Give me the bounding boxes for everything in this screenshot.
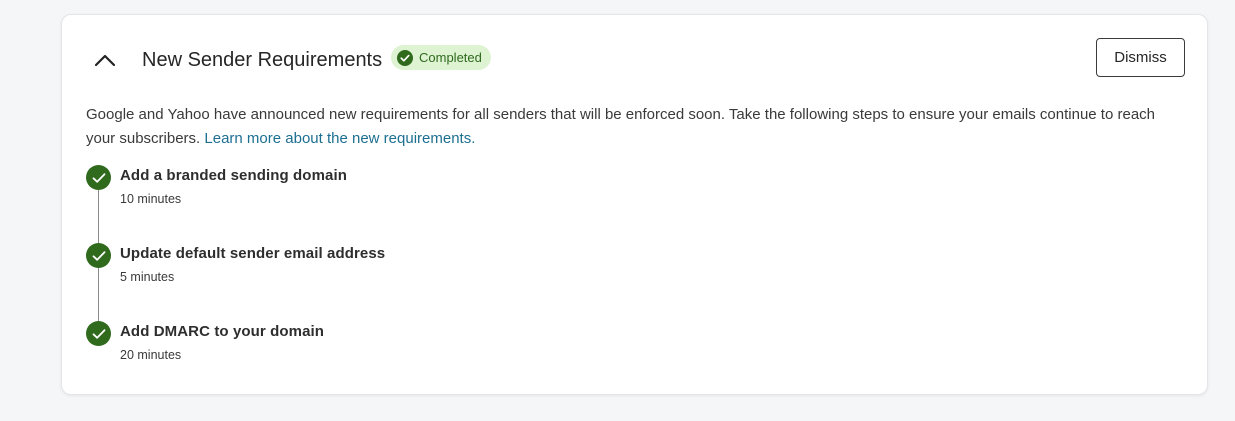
check-circle-icon bbox=[397, 49, 413, 66]
step-time: 20 minutes bbox=[120, 348, 182, 362]
dismiss-button[interactable]: Dismiss bbox=[1096, 38, 1185, 77]
chevron-up-icon bbox=[94, 54, 116, 67]
description: Google and Yahoo have announced new requ… bbox=[86, 103, 1186, 151]
step-item[interactable]: Update default sender email address 5 mi… bbox=[86, 243, 586, 293]
collapse-button[interactable] bbox=[90, 45, 120, 75]
step-title: Add DMARC to your domain bbox=[120, 323, 325, 340]
sender-requirements-card: New Sender Requirements Completed Dismis… bbox=[61, 14, 1208, 395]
check-icon bbox=[86, 243, 111, 268]
status-badge: Completed bbox=[391, 45, 491, 70]
step-time: 10 minutes bbox=[120, 192, 182, 206]
step-item[interactable]: Add DMARC to your domain 20 minutes bbox=[86, 321, 586, 371]
learn-more-link[interactable]: Learn more about the new requirements. bbox=[204, 130, 475, 147]
check-icon bbox=[86, 321, 111, 346]
step-title: Add a branded sending domain bbox=[120, 167, 347, 184]
check-icon bbox=[86, 165, 111, 190]
card-title: New Sender Requirements bbox=[142, 49, 383, 71]
step-time: 5 minutes bbox=[120, 270, 175, 284]
status-badge-label: Completed bbox=[419, 50, 482, 65]
step-title: Update default sender email address bbox=[120, 245, 386, 262]
step-item[interactable]: Add a branded sending domain 10 minutes bbox=[86, 165, 586, 215]
